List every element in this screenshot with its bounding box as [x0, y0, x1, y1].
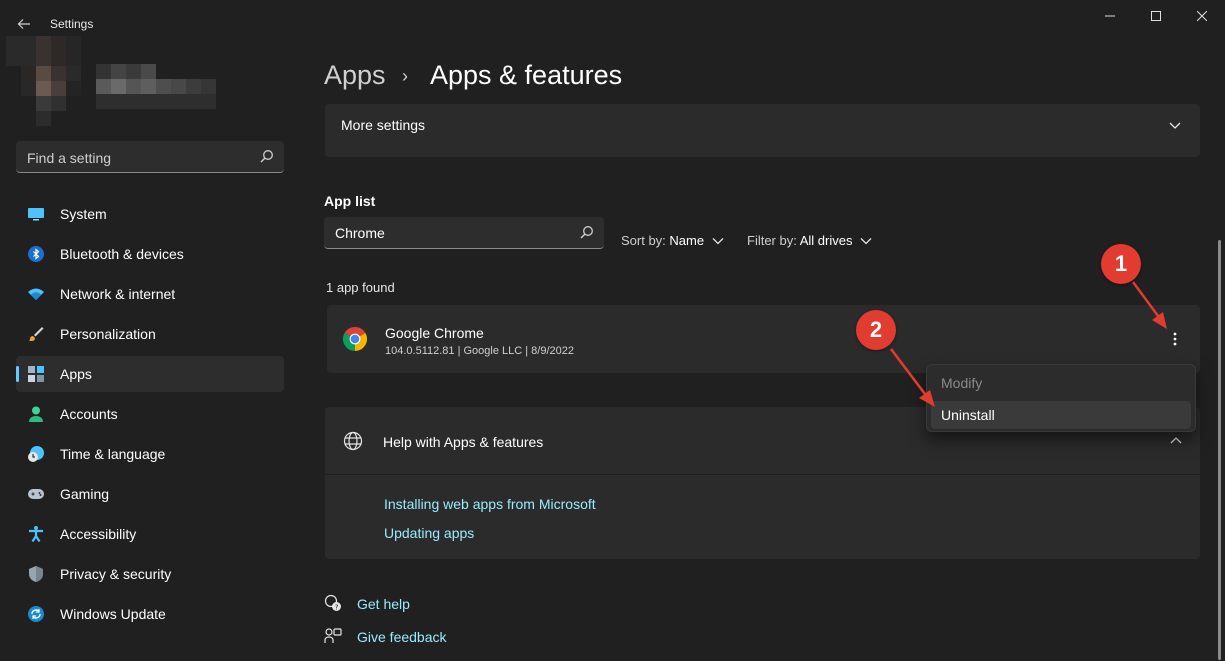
app-search-value: Chrome — [335, 225, 385, 241]
maximize-icon — [1151, 11, 1161, 21]
sidebar-item-label: Gaming — [60, 486, 110, 502]
person-icon — [29, 406, 43, 422]
sidebar-item-accessibility[interactable]: Accessibility — [16, 516, 284, 552]
apps-found-count: 1 app found — [326, 280, 395, 295]
sidebar-item-label: Windows Update — [60, 606, 166, 622]
annotation-badge-2: 2 — [856, 310, 896, 350]
app-name: Google Chrome — [385, 325, 484, 341]
sidebar-item-accounts[interactable]: Accounts — [16, 396, 284, 432]
sort-by-label: Sort by: — [621, 233, 666, 248]
window-title: Settings — [50, 17, 94, 31]
sidebar-item-label: Personalization — [60, 326, 156, 342]
sidebar-item-bluetooth[interactable]: Bluetooth & devices — [16, 236, 284, 272]
minimize-icon — [1105, 15, 1115, 17]
sidebar-item-label: Time & language — [60, 446, 166, 462]
svg-text:?: ? — [335, 604, 339, 612]
brush-icon — [29, 327, 44, 341]
app-search-input[interactable]: Chrome — [324, 217, 604, 249]
active-indicator — [16, 366, 19, 382]
chevron-down-icon — [712, 238, 724, 245]
apps-icon — [28, 366, 44, 382]
help-title[interactable]: Help with Apps & features — [383, 434, 543, 450]
app-context-menu: Modify Uninstall — [926, 364, 1196, 432]
clock-globe-icon — [28, 446, 44, 462]
minimize-button[interactable] — [1087, 0, 1133, 32]
sidebar-item-network[interactable]: Network & internet — [16, 276, 284, 312]
menu-item-label: Uninstall — [941, 407, 995, 423]
sidebar-item-label: System — [60, 206, 107, 222]
sidebar-item-windows-update[interactable]: Windows Update — [16, 596, 284, 632]
annotation-badge-1: 1 — [1101, 244, 1141, 284]
sidebar-item-time-language[interactable]: Time & language — [16, 436, 284, 472]
page-title: Apps & features — [430, 60, 623, 90]
breadcrumb-separator-icon: › — [402, 66, 408, 86]
get-help-link[interactable]: Get help — [357, 596, 410, 612]
monitor-icon — [28, 208, 44, 221]
update-icon — [28, 606, 44, 622]
app-meta: 104.0.5112.81 | Google LLC | 8/9/2022 — [385, 345, 574, 357]
bluetooth-icon — [28, 246, 44, 262]
help-link-installing-web-apps[interactable]: Installing web apps from Microsoft — [384, 496, 596, 512]
avatar[interactable] — [6, 36, 96, 126]
app-list-heading: App list — [324, 193, 376, 209]
sidebar-item-personalization[interactable]: Personalization — [16, 316, 284, 352]
close-icon — [1197, 11, 1207, 21]
menu-item-uninstall[interactable]: Uninstall — [931, 401, 1191, 429]
username-blurred — [96, 64, 216, 110]
sidebar-item-label: Privacy & security — [60, 566, 172, 582]
globe-icon — [343, 431, 363, 451]
sort-by-dropdown[interactable]: Sort by: Name — [621, 233, 724, 248]
breadcrumb-parent[interactable]: Apps — [324, 60, 386, 91]
back-arrow-icon — [17, 19, 30, 29]
chevron-down-icon — [1169, 122, 1181, 129]
help-link-updating-apps[interactable]: Updating apps — [384, 525, 474, 541]
sort-by-value: Name — [669, 233, 705, 248]
sidebar-item-privacy[interactable]: Privacy & security — [16, 556, 284, 592]
more-settings-label: More settings — [341, 117, 426, 133]
search-icon — [580, 226, 593, 239]
get-help-icon: ? — [324, 594, 341, 612]
back-button[interactable] — [12, 12, 36, 36]
sidebar-item-gaming[interactable]: Gaming — [16, 476, 284, 512]
scrollbar[interactable] — [1218, 240, 1221, 660]
filter-by-dropdown[interactable]: Filter by: All drives — [747, 233, 872, 248]
menu-item-label: Modify — [941, 375, 983, 391]
chrome-icon — [343, 327, 367, 351]
search-placeholder: Find a setting — [27, 150, 112, 166]
sidebar-item-label: Apps — [60, 366, 92, 382]
gamepad-icon — [28, 489, 44, 499]
shield-icon — [29, 566, 43, 582]
sidebar-item-system[interactable]: System — [16, 196, 284, 232]
wifi-icon — [28, 288, 44, 300]
chevron-up-icon[interactable] — [1170, 435, 1182, 447]
filter-by-value: All drives — [799, 233, 853, 248]
divider — [325, 474, 1200, 475]
more-options-icon[interactable] — [1167, 330, 1183, 348]
sidebar-item-label: Network & internet — [60, 286, 176, 302]
title-bar: Settings — [0, 0, 1225, 48]
sidebar-item-label: Accounts — [60, 406, 118, 422]
close-button[interactable] — [1179, 0, 1225, 32]
more-settings-expander[interactable]: More settings — [325, 104, 1200, 157]
filter-by-label: Filter by: — [747, 233, 797, 248]
search-icon — [260, 150, 273, 163]
menu-item-modify[interactable]: Modify — [931, 369, 1191, 397]
maximize-button[interactable] — [1133, 0, 1179, 32]
sidebar-item-label: Accessibility — [60, 526, 137, 542]
sidebar-item-apps[interactable]: Apps — [16, 356, 284, 392]
chevron-down-icon — [860, 238, 872, 245]
sidebar-item-label: Bluetooth & devices — [60, 246, 184, 262]
give-feedback-link[interactable]: Give feedback — [357, 629, 447, 645]
settings-search-input[interactable]: Find a setting — [16, 141, 284, 173]
feedback-icon — [324, 628, 342, 643]
accessibility-icon — [29, 526, 43, 542]
app-row-google-chrome[interactable]: Google Chrome 104.0.5112.81 | Google LLC… — [327, 305, 1200, 373]
